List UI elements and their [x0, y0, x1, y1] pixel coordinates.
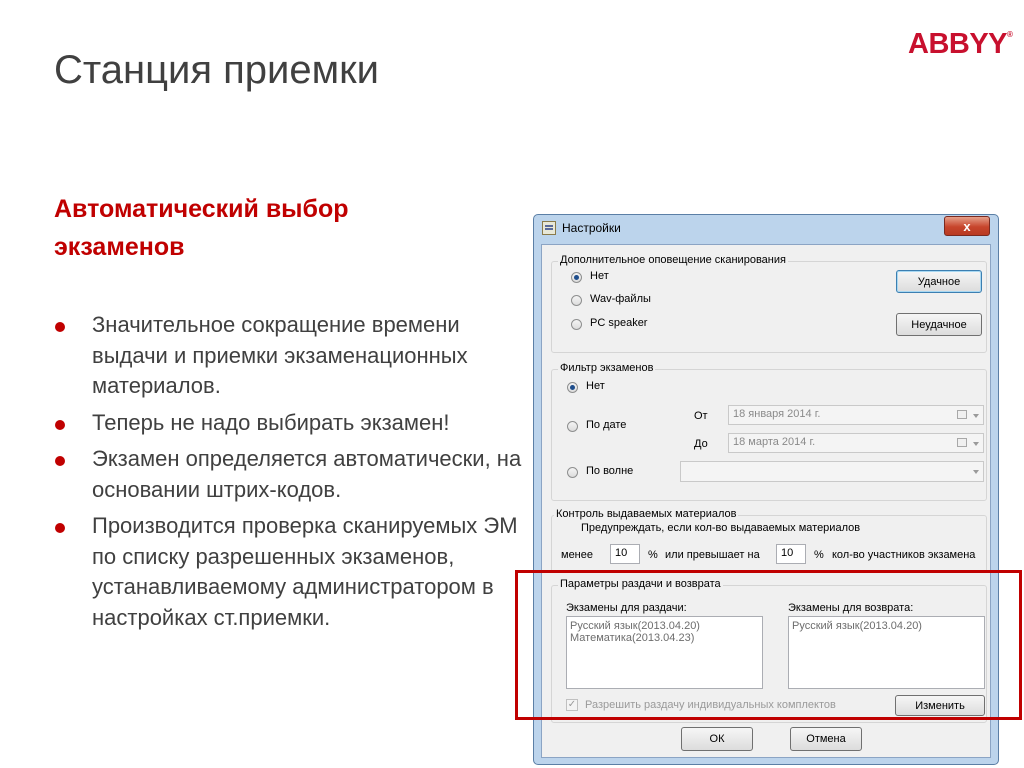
material-control-group: Контроль выдаваемых материалов Предупреж…	[551, 508, 987, 573]
scan-notification-group: Дополнительное оповещение сканирования Н…	[551, 254, 987, 353]
highlight-frame	[515, 570, 1022, 720]
slide-title: Станция приемки	[54, 48, 379, 92]
warn-text: Предупреждать, если кол-во выдаваемых ма…	[581, 522, 861, 534]
cancel-button[interactable]: Отмена	[790, 727, 862, 751]
bullet-dot-icon	[55, 456, 65, 466]
date-to-label: До	[694, 438, 708, 450]
logo-text: ABBYY	[908, 28, 1008, 60]
logo-registered-mark: ®	[1007, 30, 1013, 39]
scan-pcspeaker-radio[interactable]	[571, 319, 582, 330]
date-from-label: От	[694, 410, 708, 422]
date-from-value: 18 января 2014 г.	[733, 408, 821, 420]
filter-date-radio[interactable]	[567, 421, 578, 432]
material-control-legend: Контроль выдаваемых материалов	[554, 508, 739, 520]
bullet-dot-icon	[55, 419, 65, 430]
bullet-text: Значительное сокращение времени выдачи и…	[92, 312, 468, 398]
bullet-item: Экзамен определяется автоматически, на о…	[54, 444, 524, 505]
less-percent-input[interactable]: 10	[610, 544, 640, 564]
bullet-item: Значительное сокращение времени выдачи и…	[54, 310, 524, 402]
chevron-down-icon	[973, 470, 979, 474]
bullet-text: Теперь не надо выбирать экзамен!	[92, 409, 450, 435]
exam-filter-group: Фильтр экзаменов Нет По дате От 18 январ…	[551, 362, 987, 501]
subtitle-line-1: Автоматический выбор	[54, 195, 349, 223]
percent-sign-2: %	[814, 549, 824, 561]
dialog-title: Настройки	[562, 221, 621, 235]
wave-select[interactable]	[680, 461, 984, 482]
chevron-down-icon	[973, 414, 979, 418]
bullet-item: Теперь не надо выбирать экзамен!	[54, 408, 524, 439]
close-button[interactable]: x	[944, 216, 990, 236]
scan-pcspeaker-label: PC speaker	[590, 317, 648, 329]
exam-filter-legend: Фильтр экзаменов	[558, 362, 656, 374]
date-to-value: 18 марта 2014 г.	[733, 436, 816, 448]
slide-subtitle: Автоматический выбор экзаменов	[54, 190, 474, 266]
dialog-titlebar: Настройки	[542, 221, 621, 235]
filter-date-label: По дате	[586, 419, 627, 431]
less-label: менее	[561, 549, 593, 561]
filter-wave-label: По волне	[586, 465, 634, 477]
scan-wav-radio[interactable]	[571, 295, 582, 306]
more-percent-input[interactable]: 10	[776, 544, 806, 564]
abbyy-logo: ABBYY®	[908, 28, 1013, 61]
scan-notification-legend: Дополнительное оповещение сканирования	[558, 254, 788, 266]
bullet-dot-icon	[55, 523, 65, 533]
bullet-text: Производится проверка сканируемых ЭМ по …	[92, 513, 518, 630]
filter-none-label: Нет	[586, 380, 605, 392]
date-from-picker[interactable]: 18 января 2014 г.	[728, 405, 984, 425]
filter-wave-radio[interactable]	[567, 467, 578, 478]
chevron-down-icon	[973, 442, 979, 446]
settings-window-icon	[542, 221, 556, 235]
bullet-item: Производится проверка сканируемых ЭМ по …	[54, 511, 524, 633]
success-sound-button[interactable]: Удачное	[896, 270, 982, 293]
percent-sign-1: %	[648, 549, 658, 561]
scan-wav-label: Wav-файлы	[590, 293, 651, 305]
fail-sound-button[interactable]: Неудачное	[896, 313, 982, 336]
scan-none-label: Нет	[590, 270, 609, 282]
filter-none-radio[interactable]	[567, 382, 578, 393]
bullet-list: Значительное сокращение времени выдачи и…	[54, 310, 524, 639]
or-more-label: или превышает на	[665, 549, 760, 561]
subtitle-line-2: экзаменов	[54, 233, 185, 261]
participants-label: кол-во участников экзамена	[832, 549, 976, 561]
calendar-icon	[957, 410, 967, 419]
bullet-dot-icon	[55, 322, 65, 332]
bullet-text: Экзамен определяется автоматически, на о…	[92, 446, 522, 502]
ok-button[interactable]: ОК	[681, 727, 753, 751]
date-to-picker[interactable]: 18 марта 2014 г.	[728, 433, 984, 453]
scan-none-radio[interactable]	[571, 272, 582, 283]
calendar-icon	[957, 438, 967, 447]
